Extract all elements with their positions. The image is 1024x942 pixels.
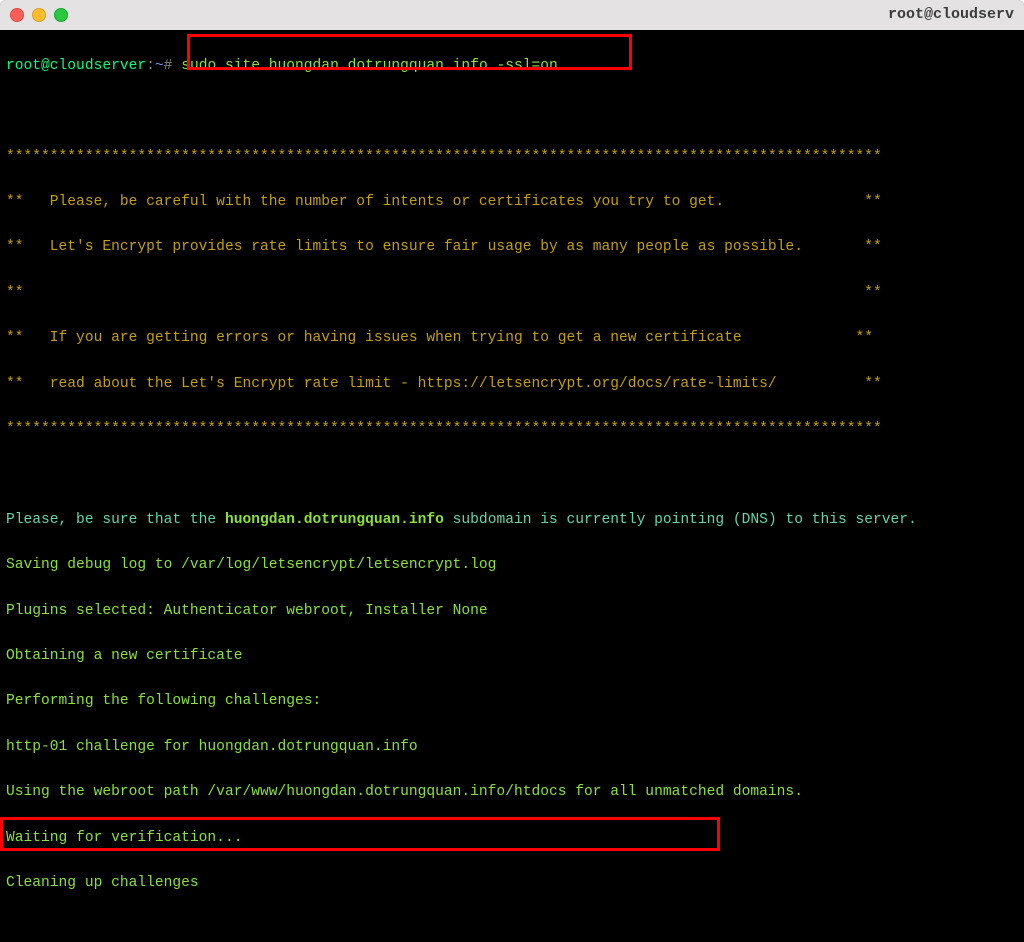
- certbot-line: Performing the following challenges:: [6, 690, 1018, 713]
- blank-line: [6, 100, 1018, 123]
- dns-prefix: Please, be sure that the: [6, 512, 225, 528]
- traffic-lights: [10, 8, 68, 22]
- certbot-line: Waiting for verification...: [6, 827, 1018, 850]
- warning-line: ** Let's Encrypt provides rate limits to…: [6, 236, 1018, 259]
- certbot-line: Plugins selected: Authenticator webroot,…: [6, 600, 1018, 623]
- blank-line: [6, 917, 1018, 940]
- certbot-line: Obtaining a new certificate: [6, 645, 1018, 668]
- certbot-line: Cleaning up challenges: [6, 872, 1018, 895]
- prompt-line: root@cloudserver:~# sudo site huongdan.d…: [6, 55, 1018, 78]
- certbot-line: Saving debug log to /var/log/letsencrypt…: [6, 554, 1018, 577]
- prompt-sep: :: [146, 58, 155, 74]
- prompt-hash: #: [164, 58, 173, 74]
- blank-line: [6, 463, 1018, 486]
- warning-line: ** Please, be careful with the number of…: [6, 191, 1018, 214]
- terminal-body[interactable]: root@cloudserver:~# sudo site huongdan.d…: [0, 30, 1024, 942]
- warning-line: ** read about the Let's Encrypt rate lim…: [6, 373, 1018, 396]
- warning-border-bottom: ****************************************…: [6, 418, 1018, 441]
- close-icon[interactable]: [10, 8, 24, 22]
- command-text: sudo site huongdan.dotrungquan.info -ssl…: [181, 58, 558, 74]
- zoom-icon[interactable]: [54, 8, 68, 22]
- terminal-window: root@cloudserv root@cloudserver:~# sudo …: [0, 0, 1024, 942]
- dns-domain: huongdan.dotrungquan.info: [225, 512, 444, 528]
- warning-border-top: ****************************************…: [6, 146, 1018, 169]
- dns-notice: Please, be sure that the huongdan.dotrun…: [6, 509, 1018, 532]
- window-title: root@cloudserv: [888, 0, 1014, 30]
- warning-line: ** **: [6, 282, 1018, 305]
- dns-suffix: subdomain is currently pointing (DNS) to…: [444, 512, 917, 528]
- titlebar: root@cloudserv: [0, 0, 1024, 30]
- prompt-path: ~: [155, 58, 164, 74]
- warning-line: ** If you are getting errors or having i…: [6, 327, 1018, 350]
- minimize-icon[interactable]: [32, 8, 46, 22]
- certbot-line: http-01 challenge for huongdan.dotrungqu…: [6, 736, 1018, 759]
- prompt-user: root@cloudserver: [6, 58, 146, 74]
- certbot-line: Using the webroot path /var/www/huongdan…: [6, 781, 1018, 804]
